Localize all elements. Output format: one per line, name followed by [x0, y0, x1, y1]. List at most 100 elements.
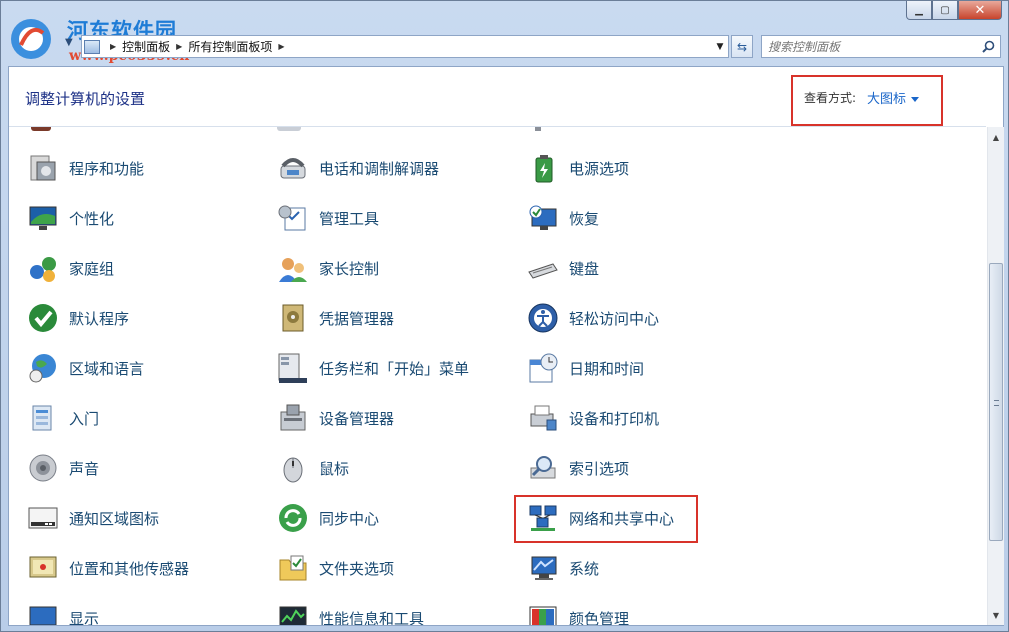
page-title: 调整计算机的设置: [25, 90, 146, 108]
folder-options-icon: [279, 555, 307, 581]
item-label: 轻松访问中心: [569, 309, 660, 328]
item-region-language[interactable]: 区域和语言: [27, 348, 144, 388]
item-color-management[interactable]: 颜色管理: [527, 598, 629, 625]
address-bar[interactable]: ▶ 控制面板 ▶ 所有控制面板项 ▶ ▼: [81, 35, 729, 58]
control-panel-icon: [84, 39, 100, 54]
window-frame: 河东软件园 www.pc0359.cn ▁ ▢ ✕ ▼ ▶ 控制面板 ▶ 所有控…: [0, 0, 1009, 632]
item-homegroup[interactable]: 家庭组: [27, 248, 114, 288]
item-label: 设备和打印机: [569, 409, 660, 428]
grip-icon: [994, 400, 999, 406]
mouse-icon: [283, 457, 303, 483]
breadcrumb-all-items[interactable]: 所有控制面板项: [188, 38, 272, 55]
item-label: 电源选项: [569, 159, 630, 178]
item-label: 管理工具: [319, 209, 380, 228]
cut-off-icon: [535, 127, 541, 131]
item-sound[interactable]: 声音: [27, 448, 99, 488]
item-personalization[interactable]: 个性化: [27, 198, 114, 238]
item-admin-tools[interactable]: 管理工具: [277, 198, 379, 238]
item-label: 文件夹选项: [319, 559, 395, 578]
refresh-button[interactable]: ⇆: [731, 35, 753, 58]
breadcrumb-separator-icon[interactable]: ▶: [176, 42, 182, 51]
performance-icon: [279, 606, 307, 625]
notification-icons-icon: [28, 507, 58, 529]
phone-modem-icon: [280, 158, 306, 179]
credential-manager-icon: [282, 304, 304, 332]
search-icon[interactable]: [982, 40, 995, 53]
region-language-icon: [29, 354, 56, 383]
ease-of-access-icon: [528, 303, 558, 333]
scroll-down-button[interactable]: ▼: [988, 607, 1004, 623]
item-label: 家庭组: [69, 259, 115, 278]
item-label: 系统: [569, 559, 600, 578]
item-performance[interactable]: 性能信息和工具: [277, 598, 424, 625]
address-dropdown-icon[interactable]: ▼: [712, 42, 728, 52]
vertical-scrollbar[interactable]: ▲ ▼: [987, 127, 1004, 625]
item-keyboard[interactable]: 键盘: [527, 248, 599, 288]
breadcrumb-separator-icon[interactable]: ▶: [110, 42, 116, 51]
item-system[interactable]: 系统: [527, 548, 599, 588]
item-device-manager[interactable]: 设备管理器: [277, 398, 394, 438]
refresh-icon: ⇆: [736, 39, 748, 54]
item-taskbar-start-menu[interactable]: 任务栏和「开始」菜单: [277, 348, 469, 388]
item-label: 鼠标: [319, 459, 350, 478]
programs-features-icon: [30, 155, 56, 181]
minimize-button[interactable]: ▁: [906, 1, 932, 20]
item-label: 日期和时间: [569, 359, 645, 378]
item-label: 恢复: [569, 209, 600, 228]
item-folder-options[interactable]: 文件夹选项: [277, 548, 394, 588]
item-label: 设备管理器: [319, 409, 395, 428]
item-label: 性能信息和工具: [319, 609, 425, 626]
keyboard-icon: [528, 263, 558, 279]
item-label: 程序和功能: [69, 159, 145, 178]
chevron-down-icon: ▼: [65, 37, 73, 48]
personalization-icon: [29, 206, 57, 230]
close-icon: ✕: [974, 2, 986, 18]
item-location-sensors[interactable]: 位置和其他传感器: [27, 548, 189, 588]
cut-off-icon: [277, 127, 301, 131]
item-programs-features[interactable]: 程序和功能: [27, 148, 144, 188]
item-power-options[interactable]: 电源选项: [527, 148, 629, 188]
item-label: 入门: [69, 409, 100, 428]
chevron-up-icon: ▲: [992, 132, 1000, 142]
item-label: 索引选项: [569, 459, 630, 478]
item-default-programs[interactable]: 默认程序: [27, 298, 129, 338]
location-sensors-icon: [29, 556, 57, 578]
item-label: 任务栏和「开始」菜单: [319, 359, 470, 378]
item-indexing-options[interactable]: 索引选项: [527, 448, 629, 488]
search-input[interactable]: [768, 39, 968, 54]
item-notification-icons[interactable]: 通知区域图标: [27, 498, 159, 538]
power-options-icon: [535, 155, 553, 183]
item-display[interactable]: 显示: [27, 598, 99, 625]
chevron-down-icon: ▼: [992, 610, 1000, 620]
item-phone-modem[interactable]: 电话和调制解调器: [277, 148, 439, 188]
item-parental-controls[interactable]: 家长控制: [277, 248, 379, 288]
system-icon: [531, 556, 557, 580]
indexing-options-icon: [530, 456, 556, 479]
breadcrumb-separator-icon[interactable]: ▶: [278, 42, 284, 51]
item-date-time[interactable]: 日期和时间: [527, 348, 644, 388]
content-pane: 调整计算机的设置 查看方式: 大图标 程序和功能 个性化 家庭组 默认程序 区域…: [8, 66, 1004, 626]
item-sync-center[interactable]: 同步中心: [277, 498, 379, 538]
scrollbar-thumb[interactable]: [989, 263, 1003, 541]
item-ease-of-access[interactable]: 轻松访问中心: [527, 298, 659, 338]
item-recovery[interactable]: 恢复: [527, 198, 599, 238]
search-box[interactable]: [761, 35, 1001, 58]
items-grid: 程序和功能 个性化 家庭组 默认程序 区域和语言 入门 声音 通知区域图标 位置…: [9, 127, 986, 625]
highlight-box-view-by: [791, 75, 943, 126]
close-button[interactable]: ✕: [958, 1, 1002, 20]
scroll-up-button[interactable]: ▲: [988, 129, 1004, 145]
maximize-button[interactable]: ▢: [932, 1, 958, 20]
item-credential-manager[interactable]: 凭据管理器: [277, 298, 394, 338]
minimize-icon: ▁: [915, 4, 923, 16]
default-programs-icon: [29, 304, 57, 332]
caption-buttons: ▁ ▢ ✕: [906, 1, 1002, 21]
item-label: 凭据管理器: [319, 309, 395, 328]
item-label: 声音: [69, 459, 100, 478]
item-label: 键盘: [569, 259, 600, 278]
breadcrumb-control-panel[interactable]: 控制面板: [122, 38, 170, 55]
item-devices-printers[interactable]: 设备和打印机: [527, 398, 659, 438]
item-getting-started[interactable]: 入门: [27, 398, 99, 438]
getting-started-icon: [32, 405, 52, 431]
item-mouse[interactable]: 鼠标: [277, 448, 349, 488]
date-time-icon: [529, 353, 558, 383]
